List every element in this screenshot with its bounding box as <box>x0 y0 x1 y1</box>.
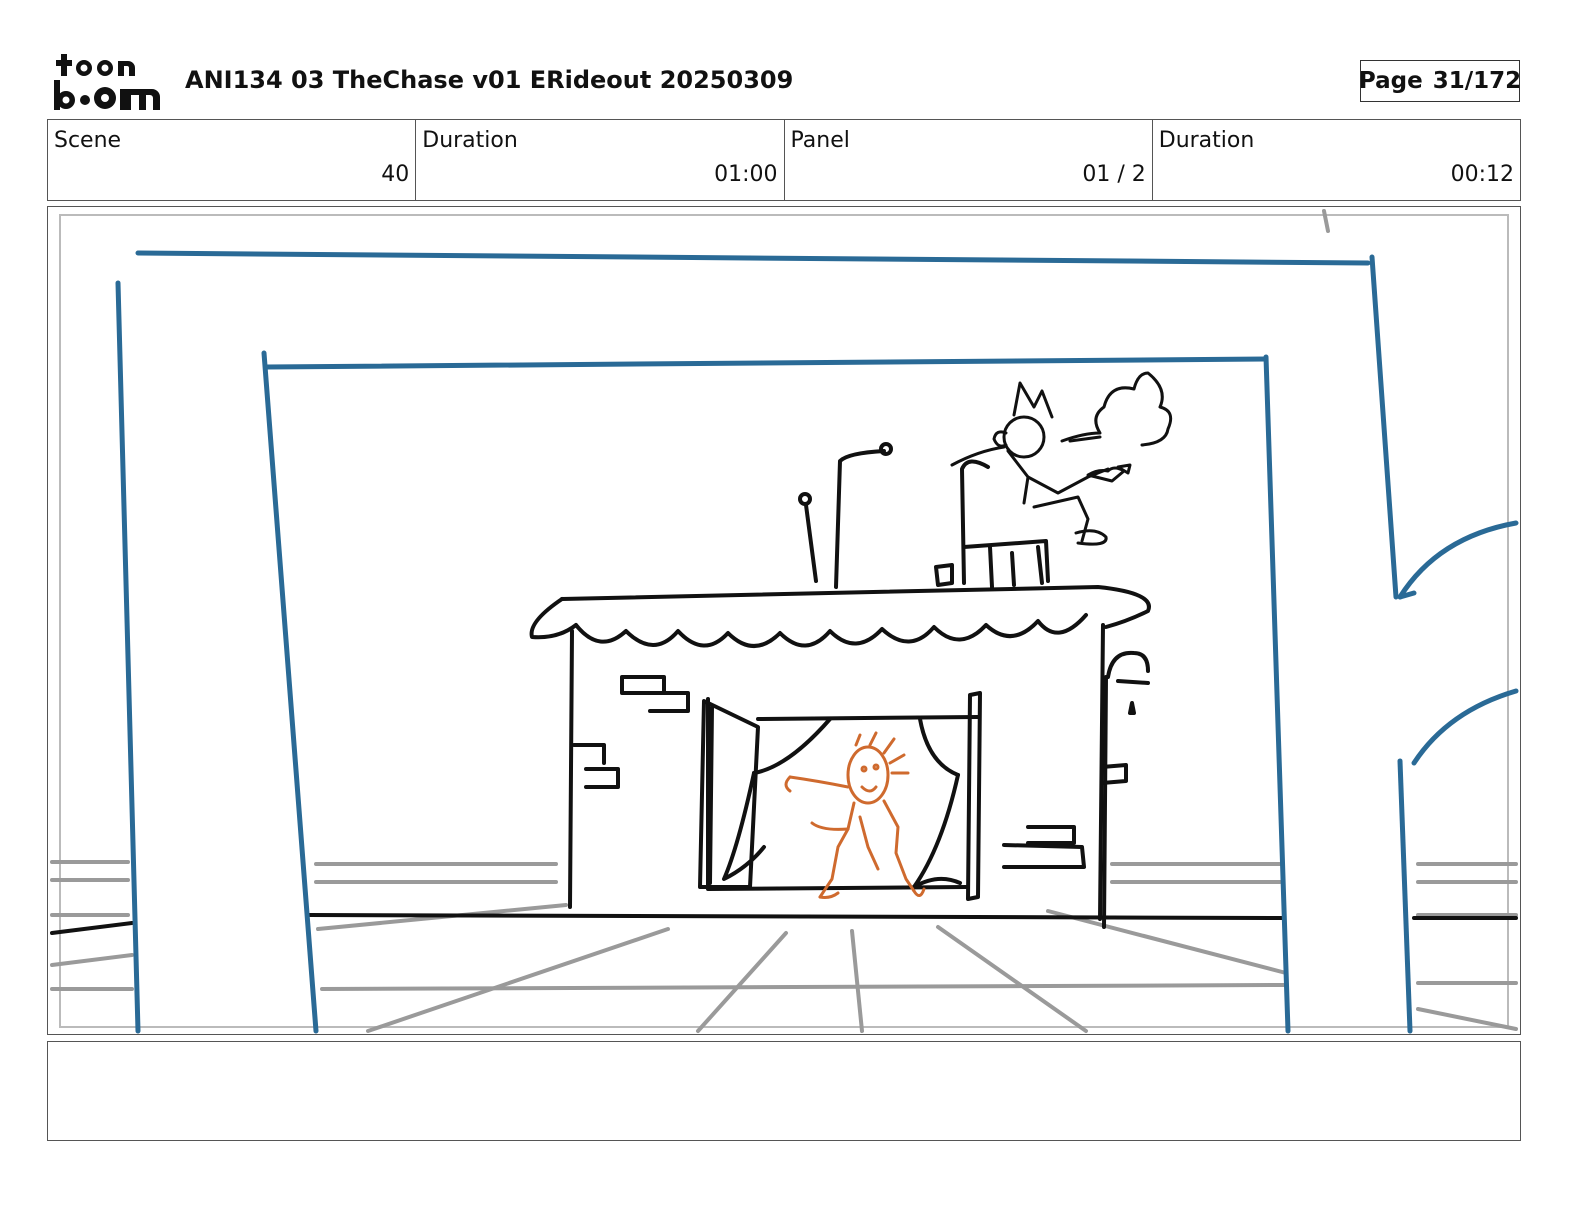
panel-value: 01 / 2 <box>1082 162 1146 187</box>
panel-duration-cell: Duration 00:12 <box>1153 120 1520 200</box>
ground-line <box>50 913 1518 935</box>
panel-label: Panel <box>790 128 850 153</box>
document-title: ANI134 03 TheChase v01 ERideout 20250309 <box>185 66 794 94</box>
scene-duration-cell: Duration 01:00 <box>416 120 785 200</box>
storyboard-panel <box>47 206 1521 1035</box>
panel-info-table: Scene 40 Duration 01:00 Panel 01 / 2 Dur… <box>47 119 1521 201</box>
scene-label: Scene <box>54 128 122 153</box>
panel-cell: Panel 01 / 2 <box>785 120 1153 200</box>
page-label: Page <box>1358 68 1423 94</box>
scene-cell: Scene 40 <box>48 120 417 200</box>
panel-duration-value: 00:12 <box>1450 162 1514 187</box>
house <box>529 442 1151 929</box>
scene-value: 40 <box>381 162 410 187</box>
panel-duration-label: Duration <box>1158 128 1255 153</box>
storyboard-sketch <box>50 209 1519 1034</box>
floor-lines <box>50 209 1518 1033</box>
toonboom-logo <box>54 54 160 110</box>
sitting-character <box>950 371 1173 546</box>
page-number: 31/172 <box>1432 68 1522 94</box>
scene-duration-label: Duration <box>422 128 518 153</box>
page-indicator: Page 31/172 <box>1358 60 1522 102</box>
safe-area-frame <box>59 214 1509 1028</box>
panel-notes <box>47 1041 1521 1141</box>
scene-duration-value: 01:00 <box>714 162 778 187</box>
orange-character-sketch <box>784 731 926 899</box>
